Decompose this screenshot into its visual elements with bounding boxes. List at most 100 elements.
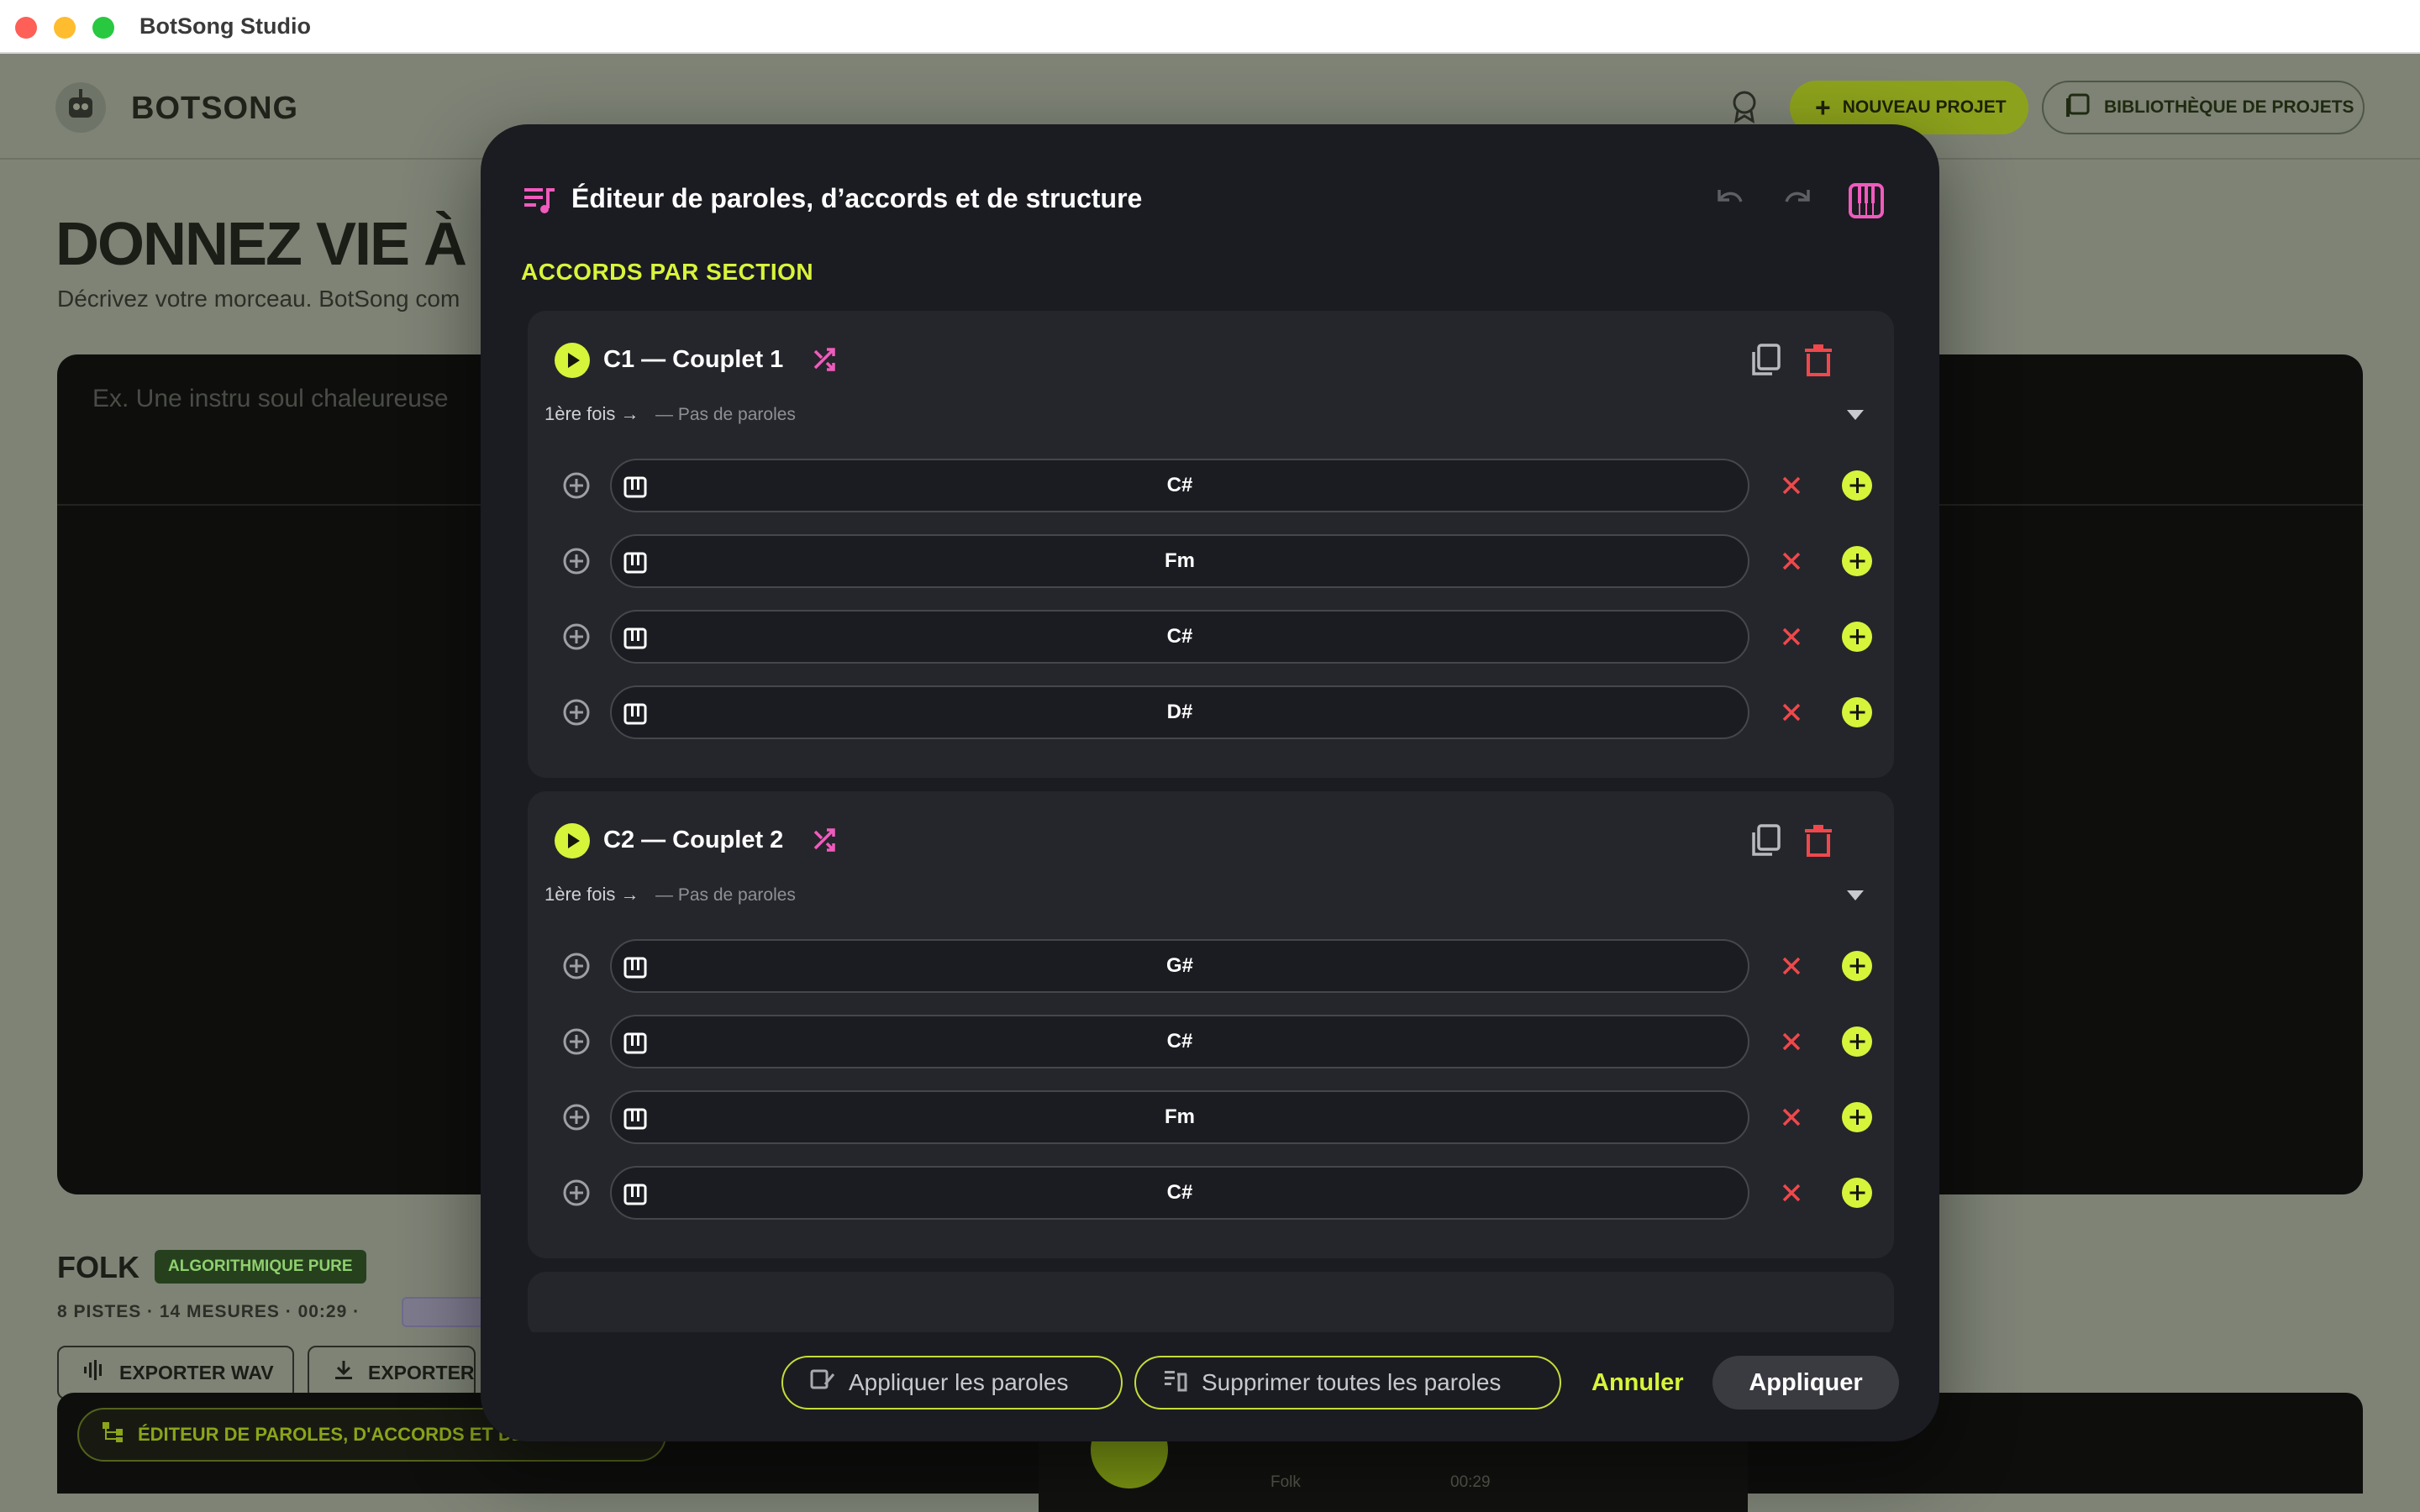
clear-lyrics-icon xyxy=(1163,1368,1188,1399)
insert-before-icon[interactable] xyxy=(561,622,592,652)
plus-icon: + xyxy=(1815,92,1831,123)
duplicate-section-icon[interactable] xyxy=(1748,823,1783,858)
add-chord-icon[interactable] xyxy=(1842,951,1872,981)
remove-chord-icon[interactable] xyxy=(1780,1105,1803,1129)
chord-row: G# xyxy=(528,939,1894,993)
download-icon xyxy=(333,1359,355,1386)
apply-lyrics-label: Appliquer les paroles xyxy=(849,1369,1069,1395)
insert-before-icon[interactable] xyxy=(561,1026,592,1057)
sections-scroll-area[interactable]: C1 — Couplet 1 1ère fois → — Pas de paro… xyxy=(528,311,1894,1431)
hero-subtitle: Décrivez votre morceau. BotSong com xyxy=(57,286,460,312)
chord-field[interactable]: D# xyxy=(610,685,1749,739)
player-genre: Folk xyxy=(1270,1473,1301,1491)
cancel-button[interactable]: Annuler xyxy=(1591,1356,1684,1410)
chord-name: Fm xyxy=(1165,549,1195,572)
export-button[interactable]: EXPORTER xyxy=(308,1346,476,1399)
chord-field[interactable]: C# xyxy=(610,1015,1749,1068)
redo-icon[interactable] xyxy=(1780,183,1815,218)
piano-keyboard-icon[interactable] xyxy=(1847,181,1886,220)
apply-button[interactable]: Appliquer xyxy=(1712,1356,1899,1410)
chord-name: G# xyxy=(1165,954,1193,977)
chord-field[interactable]: Fm xyxy=(610,534,1749,588)
chord-field[interactable]: G# xyxy=(610,939,1749,993)
genre-title: FOLK xyxy=(57,1250,139,1284)
insert-before-icon[interactable] xyxy=(561,470,592,501)
apply-lyrics-button[interactable]: Appliquer les paroles xyxy=(781,1356,1123,1410)
editor-modal: Éditeur de paroles, d’accords et de stru… xyxy=(481,124,1939,1441)
insert-before-icon[interactable] xyxy=(561,951,592,981)
clear-lyrics-label: Supprimer toutes les paroles xyxy=(1202,1369,1502,1395)
remove-chord-icon[interactable] xyxy=(1780,954,1803,978)
add-chord-icon[interactable] xyxy=(1842,470,1872,501)
first-time-label: 1ère fois → xyxy=(544,403,639,424)
remove-chord-icon[interactable] xyxy=(1780,549,1803,573)
chord-row: C# xyxy=(528,610,1894,664)
remove-chord-icon[interactable] xyxy=(1780,625,1803,648)
chord-name: C# xyxy=(1166,1181,1193,1204)
export-label: EXPORTER xyxy=(368,1361,475,1383)
minimize-window-button[interactable] xyxy=(54,17,76,39)
chevron-down-icon[interactable] xyxy=(1847,410,1864,420)
player-duration: 00:29 xyxy=(1450,1473,1491,1491)
section-title: C2 — Couplet 2 xyxy=(603,827,784,853)
app-logo-text: BOTSONG xyxy=(131,91,299,126)
insert-before-icon[interactable] xyxy=(561,1102,592,1132)
section-play-button[interactable] xyxy=(555,343,590,378)
first-time-label: 1ère fois → xyxy=(544,884,639,905)
export-wav-label: EXPORTER WAV xyxy=(119,1361,274,1383)
lyrics-edit-icon xyxy=(810,1368,835,1399)
undo-icon[interactable] xyxy=(1712,183,1748,218)
lyrics-status: — Pas de paroles xyxy=(655,885,796,905)
chord-field[interactable]: C# xyxy=(610,1166,1749,1220)
shuffle-icon[interactable] xyxy=(812,346,839,373)
section-title: C1 — Couplet 1 xyxy=(603,346,784,373)
close-window-button[interactable] xyxy=(15,17,37,39)
modal-title: Éditeur de paroles, d’accords et de stru… xyxy=(571,183,1143,213)
export-wav-button[interactable]: EXPORTER WAV xyxy=(57,1346,294,1399)
insert-before-icon[interactable] xyxy=(561,697,592,727)
library-icon xyxy=(2065,92,2091,123)
window-title: BotSong Studio xyxy=(139,13,311,39)
add-chord-icon[interactable] xyxy=(1842,622,1872,652)
chord-name: D# xyxy=(1166,701,1193,723)
chord-field[interactable]: Fm xyxy=(610,1090,1749,1144)
section-card: C1 — Couplet 1 1ère fois → — Pas de paro… xyxy=(528,311,1894,778)
remove-chord-icon[interactable] xyxy=(1780,1181,1803,1205)
chord-row: Fm xyxy=(528,1090,1894,1144)
insert-before-icon[interactable] xyxy=(561,1178,592,1208)
chord-field[interactable]: C# xyxy=(610,459,1749,512)
chevron-down-icon[interactable] xyxy=(1847,890,1864,900)
zoom-window-button[interactable] xyxy=(92,17,114,39)
project-library-button[interactable]: BIBLIOTHÈQUE DE PROJETS xyxy=(2042,81,2365,134)
window-titlebar: BotSong Studio xyxy=(0,0,2420,54)
remove-chord-icon[interactable] xyxy=(1780,474,1803,497)
delete-section-icon[interactable] xyxy=(1802,823,1835,858)
chord-row: Fm xyxy=(528,534,1894,588)
section-card-partial xyxy=(528,1272,1894,1339)
clear-all-lyrics-button[interactable]: Supprimer toutes les paroles xyxy=(1134,1356,1561,1410)
badge-icon[interactable] xyxy=(1726,87,1763,124)
chord-row: C# xyxy=(528,1166,1894,1220)
remove-chord-icon[interactable] xyxy=(1780,1030,1803,1053)
chord-row: C# xyxy=(528,459,1894,512)
duplicate-section-icon[interactable] xyxy=(1748,343,1783,378)
insert-before-icon[interactable] xyxy=(561,546,592,576)
project-library-label: BIBLIOTHÈQUE DE PROJETS xyxy=(2104,97,2354,117)
hero-title: DONNEZ VIE À xyxy=(55,211,467,278)
new-project-label: NOUVEAU PROJET xyxy=(1842,97,2007,117)
remove-chord-icon[interactable] xyxy=(1780,701,1803,724)
add-chord-icon[interactable] xyxy=(1842,546,1872,576)
add-chord-icon[interactable] xyxy=(1842,1178,1872,1208)
add-chord-icon[interactable] xyxy=(1842,1026,1872,1057)
add-chord-icon[interactable] xyxy=(1842,697,1872,727)
chord-name: C# xyxy=(1166,474,1193,496)
section-play-button[interactable] xyxy=(555,823,590,858)
add-chord-icon[interactable] xyxy=(1842,1102,1872,1132)
chord-field[interactable]: C# xyxy=(610,610,1749,664)
algorithm-badge: ALGORITHMIQUE PURE xyxy=(155,1250,366,1284)
delete-section-icon[interactable] xyxy=(1802,343,1835,378)
shuffle-icon[interactable] xyxy=(812,827,839,853)
lyrics-status: — Pas de paroles xyxy=(655,405,796,424)
chord-row: C# xyxy=(528,1015,1894,1068)
chord-name: C# xyxy=(1166,625,1193,648)
